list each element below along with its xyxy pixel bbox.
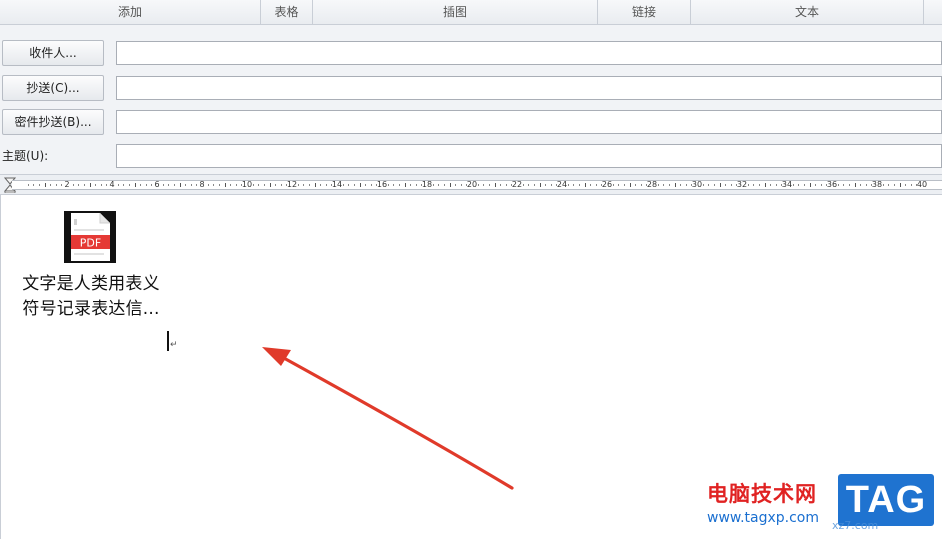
watermark-subtext: xz7.com bbox=[832, 519, 879, 532]
watermark-site-name: 电脑技术网 bbox=[707, 482, 817, 506]
watermark-url: www.tagxp.com bbox=[707, 510, 819, 526]
annotation-arrow bbox=[262, 347, 514, 490]
